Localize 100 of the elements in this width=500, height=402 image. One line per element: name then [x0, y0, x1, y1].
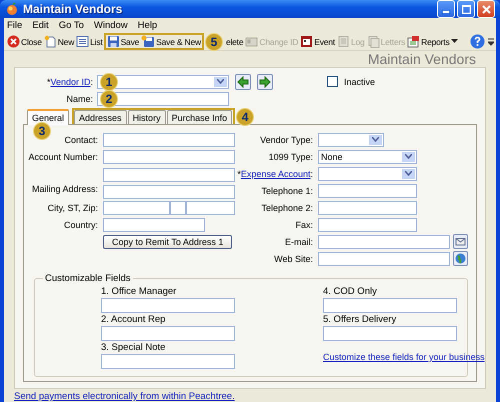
text-field[interactable]	[318, 184, 417, 198]
form-label: Name:	[65, 94, 93, 104]
form-label: Mailing Address:	[30, 183, 98, 196]
field-label: 4. COD Only	[323, 286, 378, 298]
minimize-icon	[443, 10, 449, 12]
menu-item[interactable]: Edit	[32, 20, 49, 31]
text-field[interactable]	[103, 132, 235, 146]
new-document-icon	[44, 35, 57, 48]
callout-badge: 2	[100, 90, 118, 108]
tab[interactable]: History	[128, 110, 166, 124]
menu-item[interactable]: Window	[94, 20, 128, 31]
toolbar-button[interactable]: List	[75, 34, 104, 49]
menu-item[interactable]: Help	[138, 20, 158, 31]
list-icon	[76, 35, 90, 48]
form-label: Telephone 1:	[260, 186, 313, 196]
address-field[interactable]	[103, 185, 235, 199]
toolbar-button[interactable]: Save	[106, 34, 140, 49]
expense-account-link[interactable]: Expense Account	[240, 168, 310, 178]
form-label: Fax:	[294, 220, 313, 230]
close-icon	[482, 4, 490, 14]
toolbar-button[interactable]: Event	[299, 34, 336, 49]
form-label: Contact:	[63, 134, 98, 144]
tab[interactable]: General	[27, 109, 70, 125]
text-field[interactable]	[318, 252, 450, 266]
help-icon[interactable]	[470, 34, 485, 49]
save-icon	[106, 35, 120, 48]
callout-badge: 1	[100, 72, 118, 90]
form-label: Account Number:	[28, 152, 98, 162]
window-title: Maintain Vendors	[23, 2, 122, 16]
maximize-button[interactable]	[457, 0, 475, 18]
custom-field[interactable]	[323, 298, 457, 313]
city-field[interactable]	[103, 200, 170, 214]
copy-address-button[interactable]: Copy to Remit To Address 1	[103, 234, 232, 248]
text-field[interactable]	[318, 218, 417, 232]
tab[interactable]: Addresses	[74, 110, 127, 124]
toolbar-button[interactable]: Save & New	[140, 34, 202, 49]
close-icon	[7, 35, 20, 48]
group-title: Customizable Fields	[44, 273, 132, 284]
next-button[interactable]	[257, 74, 273, 90]
calendar-icon	[300, 35, 314, 48]
custom-field[interactable]	[101, 298, 235, 313]
field-label: 2. Account Rep	[101, 314, 166, 326]
text-field[interactable]	[318, 200, 417, 214]
globe-icon	[455, 253, 466, 264]
callout-badge: 5	[204, 32, 223, 50]
form-label: Country:	[62, 220, 98, 230]
dropdown-field[interactable]: None	[318, 150, 417, 164]
form-label: *Expense Account:	[236, 168, 313, 178]
right-arrow-icon	[259, 76, 271, 88]
menu-item[interactable]: File	[7, 20, 22, 31]
maximize-icon	[462, 4, 470, 14]
caret-icon	[450, 39, 458, 44]
form-label: Telephone 2:	[260, 202, 313, 212]
chevron-down-icon	[405, 154, 412, 159]
text-field[interactable]	[103, 150, 235, 164]
peach-icon	[5, 2, 19, 16]
form-label: 1099 Type:	[268, 152, 313, 162]
footer-link[interactable]: Send payments electronically from within Peachtree.	[14, 391, 235, 402]
state-field[interactable]	[170, 200, 186, 214]
dropdown-button[interactable]: Reports	[406, 34, 459, 49]
web-button[interactable]	[453, 251, 468, 266]
chevron-down-icon	[217, 79, 224, 84]
form-label: *Vendor ID:	[46, 76, 93, 86]
callout-badge: 4	[236, 108, 254, 126]
toolbar-button[interactable]: Close	[6, 34, 43, 49]
vendor-id-combo[interactable]: 1	[97, 74, 229, 88]
text-field[interactable]	[103, 218, 205, 232]
page-heading: Maintain Vendors	[368, 51, 476, 67]
field-label: 3. Special Note	[101, 342, 166, 354]
toolbar-button[interactable]: elete	[224, 34, 244, 49]
form-label: E-mail:	[284, 236, 313, 246]
previous-button[interactable]	[235, 74, 251, 90]
form-label: Vendor Type:	[259, 134, 313, 144]
minimize-button[interactable]	[437, 0, 455, 18]
toolbar-button[interactable]: New	[42, 34, 76, 49]
form-label: City, ST, Zip:	[46, 202, 98, 212]
overflow-icon[interactable]	[488, 38, 494, 46]
tab[interactable]: Purchase Info	[166, 110, 232, 124]
envelope-icon	[455, 236, 466, 247]
close-button[interactable]	[477, 0, 495, 18]
form-label: Web Site:	[273, 254, 313, 264]
address-field[interactable]	[103, 168, 235, 182]
dropdown-field[interactable]	[318, 166, 417, 180]
custom-field[interactable]	[101, 326, 235, 341]
menu-item[interactable]: Go To	[58, 20, 84, 31]
text-field[interactable]	[318, 234, 450, 248]
save-icon	[141, 35, 156, 48]
custom-field[interactable]	[323, 326, 457, 341]
vendor-id-link[interactable]: Vendor ID	[50, 76, 90, 86]
left-arrow-icon	[237, 76, 249, 88]
name-field[interactable]: 2	[97, 92, 229, 106]
custom-field[interactable]	[101, 354, 235, 369]
dropdown-field[interactable]	[318, 132, 384, 146]
report-icon	[407, 35, 420, 48]
field-label: 5. Offers Delivery	[323, 314, 398, 326]
customize-link[interactable]: Customize these fields for your business	[323, 352, 485, 362]
zip-field[interactable]	[186, 200, 235, 214]
chevron-down-icon	[405, 171, 412, 176]
email-button[interactable]	[453, 234, 468, 249]
inactive-label: Inactive	[344, 76, 376, 86]
